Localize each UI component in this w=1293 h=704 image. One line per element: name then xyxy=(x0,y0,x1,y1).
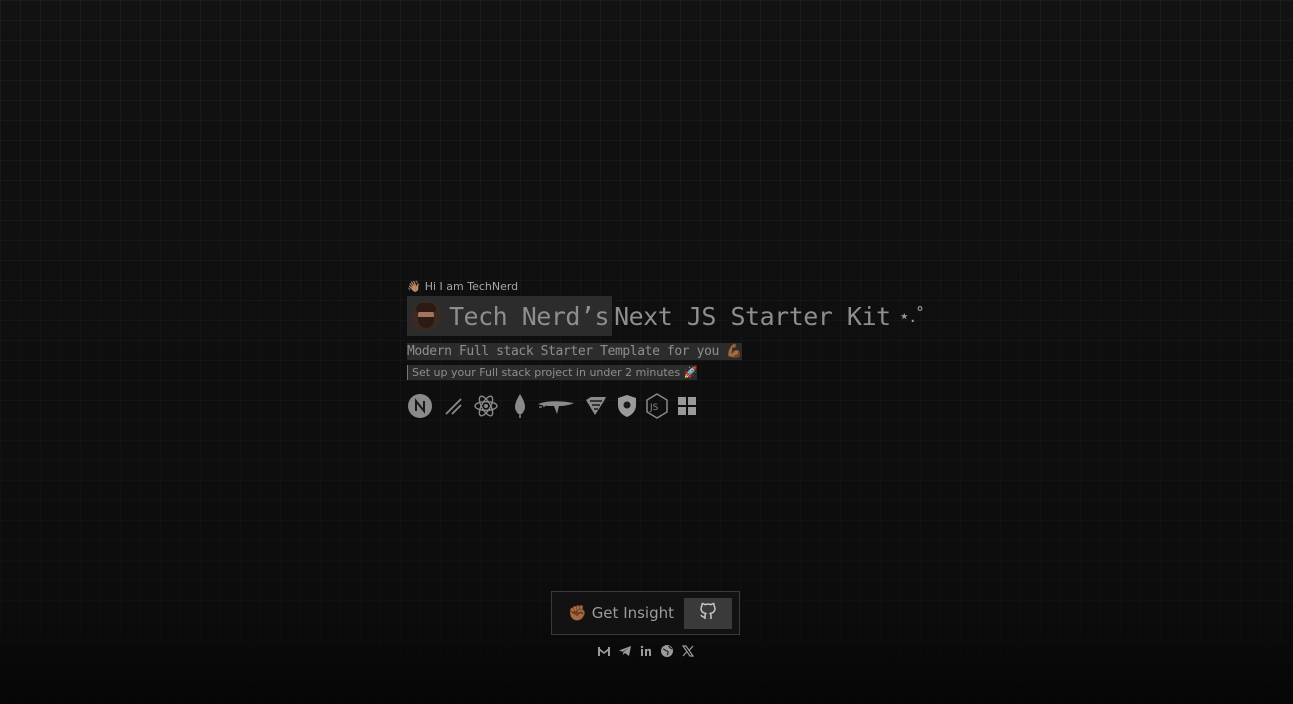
subtitle: Modern Full stack Starter Template for y… xyxy=(407,343,743,360)
react-icon xyxy=(473,393,499,419)
greeting: 👋🏽 Hi I am TechNerd xyxy=(407,280,927,294)
tagline: Set up your Full stack project in under … xyxy=(407,365,698,380)
social-links xyxy=(597,643,695,662)
github-button[interactable] xyxy=(684,597,732,629)
tagline-text: Set up your Full stack project in under … xyxy=(412,366,681,379)
linkedin-icon[interactable] xyxy=(639,643,653,662)
globe-icon[interactable] xyxy=(660,643,674,662)
gmail-icon[interactable] xyxy=(597,643,611,662)
get-insight-button[interactable]: ✊🏾 Get Insight xyxy=(552,604,684,622)
title-rest: Next JS Starter Kit xyxy=(614,301,891,331)
page-title: Tech Nerd’s Next JS Starter Kit ⋆.˚ xyxy=(407,296,927,336)
sparkle-icon: ⋆.˚ xyxy=(898,305,925,327)
nodejs-icon: JS xyxy=(646,393,668,419)
subtitle-text: Modern Full stack Starter Template for y… xyxy=(407,344,719,359)
zod-icon xyxy=(584,395,608,417)
hero-section: 👋🏽 Hi I am TechNerd Tech Nerd’s Next JS … xyxy=(407,280,927,419)
prisma-icon xyxy=(537,395,575,417)
github-icon xyxy=(698,601,718,625)
wave-emoji: 👋🏽 xyxy=(407,280,421,293)
greeting-text: Hi I am TechNerd xyxy=(424,280,519,293)
auth-shield-icon xyxy=(617,394,637,418)
get-insight-label: Get Insight xyxy=(591,604,675,622)
shadcn-icon xyxy=(442,395,464,417)
tech-stack-icons: JS xyxy=(407,393,927,419)
page: 👋🏽 Hi I am TechNerd Tech Nerd’s Next JS … xyxy=(0,0,1293,704)
name-highlight: Tech Nerd’s xyxy=(407,296,613,336)
cta-bar: ✊🏾 Get Insight xyxy=(551,591,740,635)
title-name: Tech Nerd’s xyxy=(449,301,610,331)
x-icon[interactable] xyxy=(681,643,695,662)
rocket-emoji: 🚀 xyxy=(683,366,698,379)
fist-emoji: ✊🏾 xyxy=(568,604,587,622)
nextjs-icon xyxy=(407,393,433,419)
grid-icon xyxy=(677,396,697,416)
telegram-icon[interactable] xyxy=(618,643,632,662)
avatar-icon xyxy=(411,301,441,331)
flex-emoji: 💪🏾 xyxy=(726,344,743,359)
svg-text:JS: JS xyxy=(649,403,659,413)
mongodb-icon xyxy=(512,393,528,419)
